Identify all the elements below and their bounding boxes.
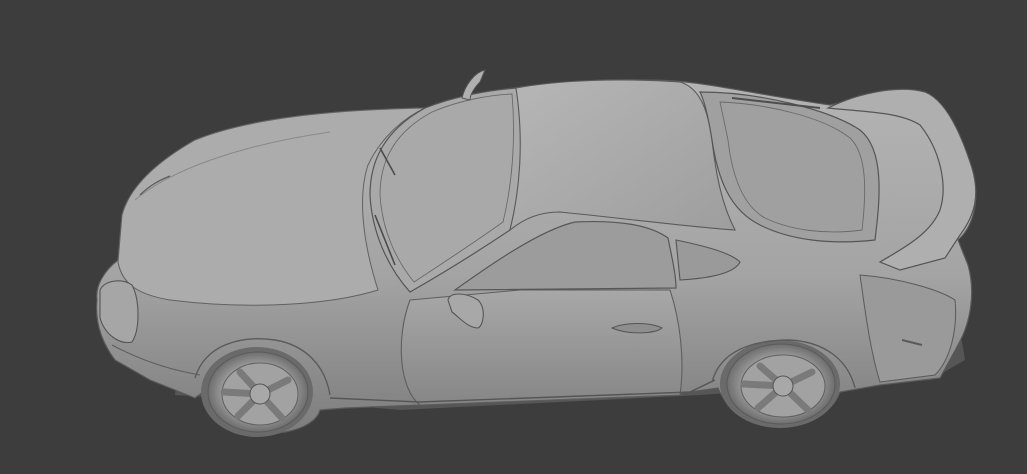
front-wheel <box>201 347 313 437</box>
car-model[interactable] <box>0 0 1027 474</box>
roof <box>509 79 736 232</box>
rear-wheel <box>720 340 840 428</box>
door-panel <box>400 289 683 406</box>
3d-viewport[interactable] <box>0 0 1027 474</box>
